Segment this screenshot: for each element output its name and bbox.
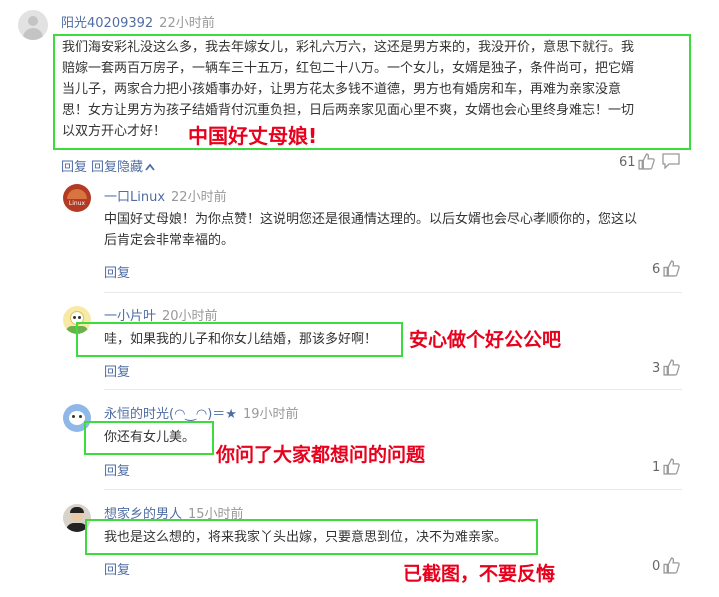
thumbs-up-icon[interactable] xyxy=(638,153,655,170)
comment-author[interactable]: 阳光40209392 22小时前 xyxy=(61,12,215,31)
thumbs-up-icon[interactable] xyxy=(663,359,680,376)
comment-time: 22小时前 xyxy=(171,190,227,205)
annotation-text: 你问了大家都想问的问题 xyxy=(216,444,426,466)
like-count: 61 xyxy=(619,155,636,170)
divider xyxy=(104,292,682,293)
comment-text: 我们海安彩礼没这么多，我去年嫁女儿，彩礼六万六，这还是男方来的，我没开价，意思下… xyxy=(62,40,635,139)
annotation-text: 已截图，不要反悔 xyxy=(403,563,556,585)
reply-button[interactable]: 回复 xyxy=(61,156,87,175)
comment-author[interactable]: 永恒的时光(◠‿◠)＝★ 19小时前 xyxy=(104,403,298,422)
thumbs-up-icon[interactable] xyxy=(663,458,680,475)
comment-text: 我也是这么想的，将来我家丫头出嫁，只要意思到位，决不为难亲家。 xyxy=(104,530,508,545)
username[interactable]: 一口Linux xyxy=(104,190,165,205)
username[interactable]: 阳光40209392 xyxy=(61,16,153,31)
chevron-up-icon xyxy=(145,163,155,171)
annotation-text: 安心做个好公公吧 xyxy=(409,329,562,351)
hide-replies-button[interactable]: 回复隐藏 xyxy=(91,156,155,175)
comment-time: 22小时前 xyxy=(159,16,215,31)
like-count: 6 xyxy=(652,262,661,277)
annotation-text: 中国好丈母娘! xyxy=(188,124,318,148)
thumbs-up-icon[interactable] xyxy=(663,557,680,574)
reply-button[interactable]: 回复 xyxy=(104,559,130,578)
avatar-logo-text: Linux xyxy=(68,200,86,207)
reply-button[interactable]: 回复 xyxy=(104,460,130,479)
username[interactable]: 永恒的时光(◠‿◠)＝★ xyxy=(104,407,237,422)
comment-author[interactable]: 一口Linux 22小时前 xyxy=(104,186,227,205)
divider xyxy=(104,389,682,390)
comment-text: 中国好丈母娘！为你点赞！这说明您还是很通情达理的。以后女婿也会尽心孝顺你的，您这… xyxy=(104,212,638,248)
like-count: 3 xyxy=(652,361,661,376)
comment-time: 19小时前 xyxy=(242,407,299,422)
reply-button[interactable]: 回复 xyxy=(104,262,130,281)
reply-button[interactable]: 回复 xyxy=(104,361,130,380)
thumbs-up-icon[interactable] xyxy=(663,260,680,277)
like-count: 0 xyxy=(652,559,661,574)
comment-icon[interactable] xyxy=(661,152,681,169)
comment-text: 哇，如果我的儿子和你女儿结婚，那该多好啊！ xyxy=(104,332,378,347)
divider xyxy=(104,489,682,490)
like-count: 1 xyxy=(652,460,661,475)
avatar[interactable] xyxy=(18,10,48,40)
comment-text: 你还有女儿美。 xyxy=(104,430,196,445)
avatar[interactable]: Linux xyxy=(63,184,91,212)
